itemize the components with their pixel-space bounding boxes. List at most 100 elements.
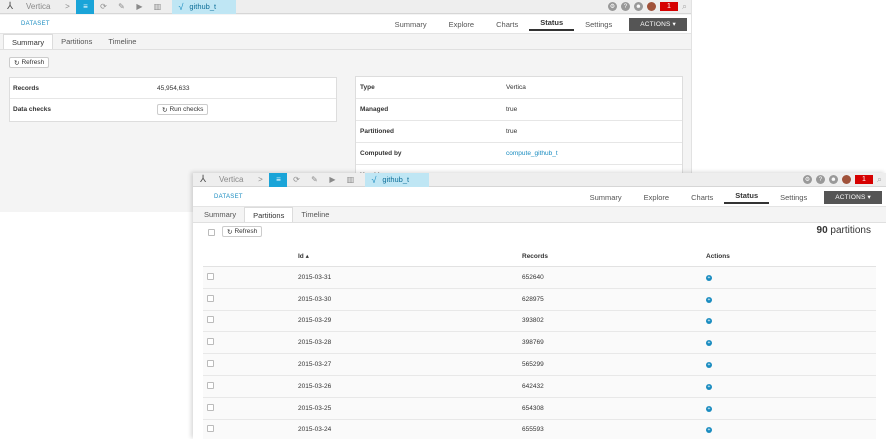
nav-status[interactable]: Status <box>529 18 575 31</box>
table-row[interactable]: 2015-03-31 652640 + <box>203 267 876 289</box>
project-name[interactable]: Vertica <box>213 175 251 184</box>
refresh-button[interactable]: ↻ Refresh <box>222 226 263 237</box>
table-row[interactable]: 2015-03-26 642432 + <box>203 375 876 398</box>
add-circle-icon[interactable]: + <box>706 274 712 281</box>
add-circle-icon[interactable]: + <box>706 318 712 325</box>
nav-status[interactable]: Status <box>724 191 770 204</box>
partition-records: 398769 <box>522 339 544 347</box>
help-icon[interactable]: ? <box>815 175 825 184</box>
partition-records: 565299 <box>522 361 544 369</box>
add-circle-icon[interactable]: + <box>706 362 712 369</box>
refresh-icon: ↻ <box>227 228 233 236</box>
row-checkbox[interactable] <box>207 272 214 280</box>
add-circle-icon[interactable]: + <box>706 405 712 412</box>
table-row[interactable]: 2015-03-28 398769 + <box>203 332 876 355</box>
row-checkbox[interactable] <box>207 294 214 302</box>
recipes-icon[interactable]: ⟳ <box>94 0 112 14</box>
recipes-icon[interactable]: ⟳ <box>287 173 305 187</box>
partition-count-label: partitions <box>830 225 871 236</box>
data-checks-row: Data checks ↻ Run checks <box>10 99 336 120</box>
partition-records: 393802 <box>522 317 544 325</box>
users-icon[interactable]: ☻ <box>828 175 838 184</box>
data-checks-key: Data checks <box>13 106 51 113</box>
tab-timeline[interactable]: Timeline <box>100 34 144 49</box>
project-name[interactable]: Vertica <box>20 2 58 11</box>
add-circle-icon[interactable]: + <box>706 296 712 303</box>
tab-summary[interactable]: Summary <box>196 207 244 222</box>
datasets-icon[interactable]: ≡ <box>269 173 288 187</box>
nav-settings[interactable]: Settings <box>769 193 818 202</box>
toolbar-right: ⚙ ? ☻ 1 ⌕ <box>802 174 886 185</box>
nav-summary[interactable]: Summary <box>384 20 438 29</box>
help-icon[interactable]: ? <box>620 2 630 11</box>
partitions-table: Id ▴ Records Actions 2015-03-31 652640 +20… <box>203 246 876 439</box>
row-actions: + <box>706 296 876 303</box>
info-row-managed: Managed true <box>356 99 682 121</box>
nav-explore[interactable]: Explore <box>633 193 680 202</box>
nav-charts[interactable]: Charts <box>680 193 724 202</box>
flow-icon[interactable]: > <box>58 0 76 14</box>
run-checks-button[interactable]: ↻ Run checks <box>157 104 209 115</box>
add-circle-icon[interactable]: + <box>706 383 712 390</box>
flow-icon[interactable]: > <box>251 173 269 187</box>
actions-button[interactable]: ACTIONS ▾ <box>824 190 882 204</box>
jobs-icon[interactable]: ▶ <box>323 173 341 187</box>
header-actions: Actions <box>706 252 730 260</box>
status-tabs: Summary Partitions Timeline <box>193 207 886 223</box>
table-row[interactable]: 2015-03-30 628975 + <box>203 288 876 311</box>
notebook-icon[interactable]: ✎ <box>112 0 130 14</box>
dataiku-logo-icon[interactable]: ⅄ <box>193 174 213 185</box>
refresh-label: Refresh <box>21 59 45 66</box>
row-checkbox[interactable] <box>207 316 214 324</box>
refresh-button[interactable]: ↻ Refresh <box>9 57 50 68</box>
notebook-icon[interactable]: ✎ <box>305 173 323 187</box>
row-select <box>203 272 298 282</box>
partition-records: 655593 <box>522 426 544 434</box>
tab-timeline[interactable]: Timeline <box>293 207 337 222</box>
status-tabs: Summary Partitions Timeline <box>0 34 691 50</box>
dataset-tab[interactable]: √ github_t <box>365 173 430 187</box>
dashboard-icon[interactable]: ▥ <box>341 173 359 187</box>
table-row[interactable]: 2015-03-25 654308 + <box>203 397 876 420</box>
jobs-icon[interactable]: ▶ <box>130 0 148 14</box>
info-key: Partitioned <box>360 128 394 135</box>
table-row[interactable]: 2015-03-24 655593 + <box>203 419 876 439</box>
dataiku-logo-icon[interactable]: ⅄ <box>0 1 20 12</box>
table-row[interactable]: 2015-03-29 393802 + <box>203 310 876 333</box>
dashboard-icon[interactable]: ▥ <box>148 0 166 14</box>
row-checkbox[interactable] <box>207 360 214 368</box>
header-id[interactable]: Id ▴ <box>298 252 522 260</box>
header-records[interactable]: Records <box>522 253 706 260</box>
nav-charts[interactable]: Charts <box>485 20 529 29</box>
actions-button[interactable]: ACTIONS ▾ <box>629 17 687 31</box>
table-row[interactable]: 2015-03-27 565299 + <box>203 354 876 376</box>
search-icon[interactable]: ⌕ <box>682 1 687 12</box>
tab-summary[interactable]: Summary <box>3 34 54 49</box>
notification-badge[interactable]: 1 <box>854 175 873 184</box>
users-icon[interactable]: ☻ <box>633 2 643 11</box>
tab-partitions[interactable]: Partitions <box>53 34 100 49</box>
row-checkbox[interactable] <box>207 381 214 389</box>
dataset-tab[interactable]: √ github_t <box>172 0 237 14</box>
nav-summary[interactable]: Summary <box>579 193 633 202</box>
select-all-checkbox[interactable] <box>208 229 215 236</box>
settings-gear-icon[interactable]: ⚙ <box>802 175 812 184</box>
partition-id: 2015-03-26 <box>298 382 332 390</box>
user-avatar[interactable] <box>646 2 656 11</box>
computed-by-link[interactable]: compute_github_t <box>506 150 558 157</box>
vertica-icon: √ <box>371 174 377 185</box>
add-circle-icon[interactable]: + <box>706 340 712 347</box>
dataset-nav: DATASET Summary Explore Charts Status Se… <box>0 15 691 34</box>
notification-badge[interactable]: 1 <box>659 2 678 11</box>
row-checkbox[interactable] <box>207 403 214 411</box>
nav-explore[interactable]: Explore <box>438 20 485 29</box>
settings-gear-icon[interactable]: ⚙ <box>607 2 617 11</box>
search-icon[interactable]: ⌕ <box>877 174 882 185</box>
nav-settings[interactable]: Settings <box>574 20 623 29</box>
row-checkbox[interactable] <box>207 425 214 433</box>
user-avatar[interactable] <box>841 175 851 184</box>
add-circle-icon[interactable]: + <box>706 427 712 434</box>
datasets-icon[interactable]: ≡ <box>76 0 95 14</box>
tab-partitions[interactable]: Partitions <box>244 207 294 222</box>
row-checkbox[interactable] <box>207 338 214 346</box>
